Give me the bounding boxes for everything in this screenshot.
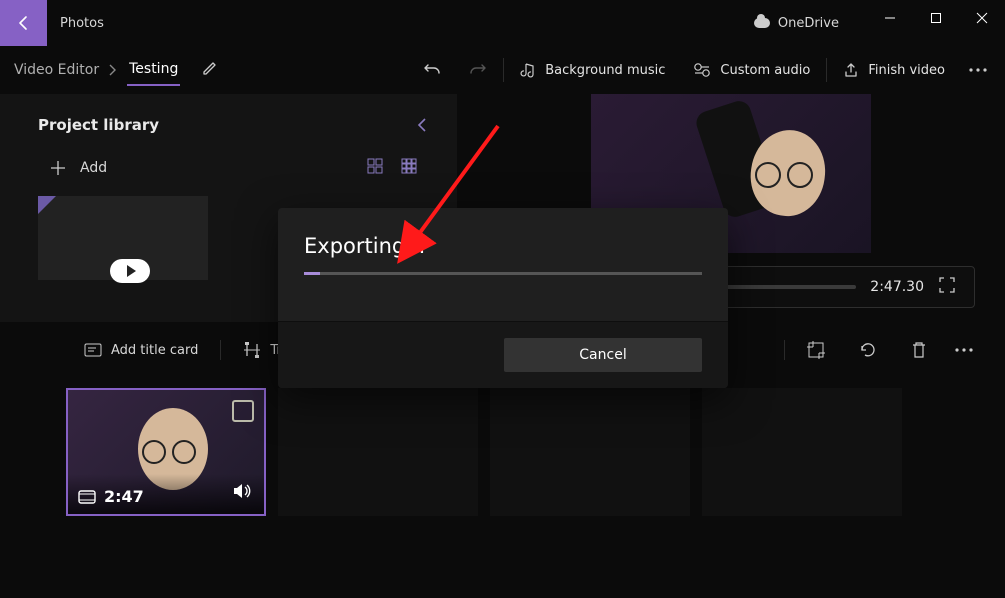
grid-small-icon [401, 158, 417, 174]
pencil-icon [202, 60, 218, 76]
more-button[interactable] [959, 46, 997, 94]
onedrive-button[interactable]: OneDrive [742, 0, 867, 46]
ellipsis-icon [969, 68, 987, 72]
library-view-toggle [367, 158, 417, 178]
add-media-button[interactable]: Add [50, 160, 107, 176]
finish-video-label: Finish video [868, 63, 945, 78]
trim-icon [243, 343, 261, 357]
add-title-card-button[interactable]: Add title card [70, 330, 212, 370]
play-icon [110, 259, 150, 283]
clip-duration: 2:47 [104, 487, 144, 506]
audio-sliders-icon [693, 62, 711, 78]
clip-meta: 2:47 [78, 487, 144, 506]
filmstrip-icon [78, 490, 96, 504]
storyboard-empty-slot[interactable] [702, 388, 902, 516]
clip-volume-button[interactable] [232, 482, 252, 504]
toolbar: Video Editor Testing Background music Cu… [0, 46, 1005, 94]
cancel-button[interactable]: Cancel [504, 338, 702, 372]
storyboard-clips: 2:47 [0, 378, 1005, 516]
add-title-card-label: Add title card [111, 343, 198, 358]
delete-button[interactable] [897, 330, 941, 370]
storyboard-more-button[interactable] [947, 330, 981, 370]
rotate-button[interactable] [845, 330, 891, 370]
export-progress-bar [304, 272, 702, 275]
maximize-button[interactable] [913, 0, 959, 46]
breadcrumb-current[interactable]: Testing [127, 54, 180, 86]
minimize-button[interactable] [867, 0, 913, 46]
plus-icon [50, 160, 66, 176]
grid-large-button[interactable] [367, 158, 383, 178]
project-library-title: Project library [38, 116, 159, 134]
chevron-left-icon [417, 118, 427, 132]
custom-audio-button[interactable]: Custom audio [679, 46, 824, 94]
ellipsis-icon [955, 348, 973, 352]
clip-checkbox[interactable] [232, 400, 254, 422]
onedrive-label: OneDrive [778, 16, 839, 31]
window-controls [867, 0, 1005, 46]
library-clip-thumbnail[interactable] [38, 196, 208, 280]
rotate-icon [859, 341, 877, 359]
collapse-library-button[interactable] [409, 112, 435, 138]
add-label: Add [80, 160, 107, 176]
title-bar: Photos OneDrive [0, 0, 1005, 46]
aspect-button[interactable] [793, 330, 839, 370]
custom-audio-label: Custom audio [720, 63, 810, 78]
arrow-left-icon [16, 15, 32, 31]
music-note-icon [520, 62, 536, 78]
undo-button[interactable] [409, 46, 455, 94]
timecode: 2:47.30 [870, 279, 924, 295]
exporting-dialog: Exporting... Cancel [278, 208, 728, 388]
fullscreen-icon [938, 276, 956, 294]
breadcrumb: Video Editor Testing [14, 54, 180, 86]
close-button[interactable] [959, 0, 1005, 46]
background-music-button[interactable]: Background music [506, 46, 679, 94]
storyboard-empty-slot[interactable] [490, 388, 690, 516]
storyboard-empty-slot[interactable] [278, 388, 478, 516]
back-button[interactable] [0, 0, 47, 46]
finish-video-button[interactable]: Finish video [829, 46, 959, 94]
cloud-icon [754, 18, 770, 28]
storyboard-clip[interactable]: 2:47 [66, 388, 266, 516]
undo-icon [423, 61, 441, 79]
crop-icon [807, 341, 825, 359]
breadcrumb-root[interactable]: Video Editor [14, 62, 99, 78]
title-card-icon [84, 343, 102, 357]
grid-small-button[interactable] [401, 158, 417, 178]
fullscreen-button[interactable] [938, 276, 960, 298]
chevron-right-icon [109, 64, 117, 76]
trash-icon [911, 341, 927, 359]
app-title: Photos [47, 0, 104, 46]
speaker-icon [232, 482, 252, 500]
background-music-label: Background music [545, 63, 665, 78]
grid-large-icon [367, 158, 383, 174]
dialog-title: Exporting... [304, 234, 702, 258]
redo-button[interactable] [455, 46, 501, 94]
rename-button[interactable] [196, 54, 224, 86]
redo-icon [469, 61, 487, 79]
export-icon [843, 62, 859, 78]
